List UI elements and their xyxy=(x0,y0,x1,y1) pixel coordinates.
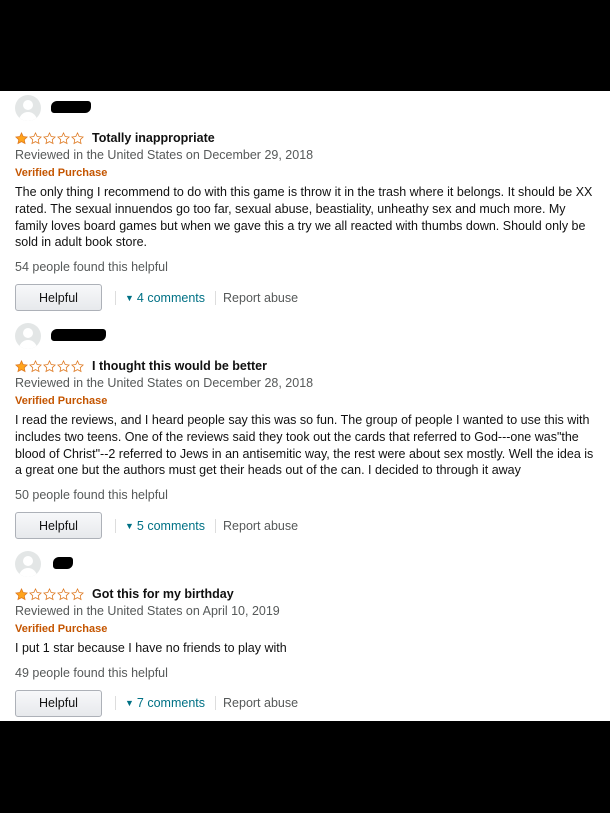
star-icon xyxy=(29,359,42,373)
star-icon xyxy=(15,131,28,145)
star-icon xyxy=(71,131,84,145)
review-date: Reviewed in the United States on Decembe… xyxy=(15,148,314,162)
redacted-username xyxy=(53,557,73,569)
reviews-page: Totally inappropriate Reviewed in the Un… xyxy=(0,91,610,721)
review-date: Reviewed in the United States on Decembe… xyxy=(15,376,314,390)
review-title[interactable]: Totally inappropriate xyxy=(92,131,215,145)
redacted-username xyxy=(51,101,91,113)
star-icon xyxy=(43,587,56,601)
report-abuse-link[interactable]: Report abuse xyxy=(223,696,298,710)
helpful-button[interactable]: Helpful xyxy=(15,512,102,540)
comments-link[interactable]: ▼ 5 comments xyxy=(125,519,205,533)
star-icon xyxy=(57,587,70,601)
review-header xyxy=(15,95,595,121)
comments-link[interactable]: ▼ 7 comments xyxy=(125,696,205,710)
chevron-down-icon: ▼ xyxy=(125,698,134,709)
review-body: I put 1 star because I have no friends t… xyxy=(15,641,287,655)
star-icon xyxy=(29,587,42,601)
chevron-down-icon: ▼ xyxy=(125,520,134,531)
comments-label: 7 comments xyxy=(136,696,206,711)
divider xyxy=(115,696,116,711)
helpful-count: 49 people found this helpful xyxy=(15,665,168,680)
comments-link[interactable]: ▼ 4 comments xyxy=(125,291,205,305)
review-header xyxy=(15,323,595,349)
verified-purchase-badge[interactable]: Verified Purchase xyxy=(15,165,595,181)
review-header xyxy=(15,551,595,577)
divider xyxy=(115,518,116,533)
review-card: Totally inappropriate Reviewed in the Un… xyxy=(15,95,595,312)
review-card: I thought this would be better Reviewed … xyxy=(15,323,595,540)
comments-label: 5 comments xyxy=(136,518,206,533)
divider xyxy=(115,290,116,305)
star-icon xyxy=(15,359,28,373)
star-icon xyxy=(71,587,84,601)
star-rating[interactable] xyxy=(15,131,84,145)
divider xyxy=(215,290,217,305)
divider xyxy=(215,518,217,533)
review-card: Got this for my birthday Reviewed in the… xyxy=(15,551,595,717)
report-abuse-link[interactable]: Report abuse xyxy=(223,519,298,533)
review-date: Reviewed in the United States on April 1… xyxy=(15,604,280,618)
helpful-count: 50 people found this helpful xyxy=(15,488,168,503)
review-body: I read the reviews, and I heard people s… xyxy=(15,413,594,478)
avatar xyxy=(15,551,41,577)
star-icon xyxy=(15,587,28,601)
avatar xyxy=(15,323,41,349)
star-rating[interactable] xyxy=(15,587,84,601)
star-rating[interactable] xyxy=(15,359,84,373)
comments-label: 4 comments xyxy=(136,290,206,305)
star-icon xyxy=(43,131,56,145)
star-icon xyxy=(29,131,42,145)
star-icon xyxy=(71,359,84,373)
chevron-down-icon: ▼ xyxy=(125,292,134,303)
avatar xyxy=(15,95,41,121)
verified-purchase-badge[interactable]: Verified Purchase xyxy=(15,393,595,409)
star-icon xyxy=(43,359,56,373)
star-icon xyxy=(57,359,70,373)
review-body: The only thing I recommend to do with th… xyxy=(15,185,593,250)
redacted-username xyxy=(51,329,106,341)
helpful-button[interactable]: Helpful xyxy=(15,284,102,312)
verified-purchase-badge[interactable]: Verified Purchase xyxy=(15,621,595,637)
report-abuse-link[interactable]: Report abuse xyxy=(223,291,298,305)
helpful-count: 54 people found this helpful xyxy=(15,260,168,275)
star-icon xyxy=(57,131,70,145)
helpful-button[interactable]: Helpful xyxy=(15,689,102,717)
review-title[interactable]: I thought this would be better xyxy=(92,359,267,373)
review-title[interactable]: Got this for my birthday xyxy=(92,587,234,601)
divider xyxy=(215,696,217,711)
